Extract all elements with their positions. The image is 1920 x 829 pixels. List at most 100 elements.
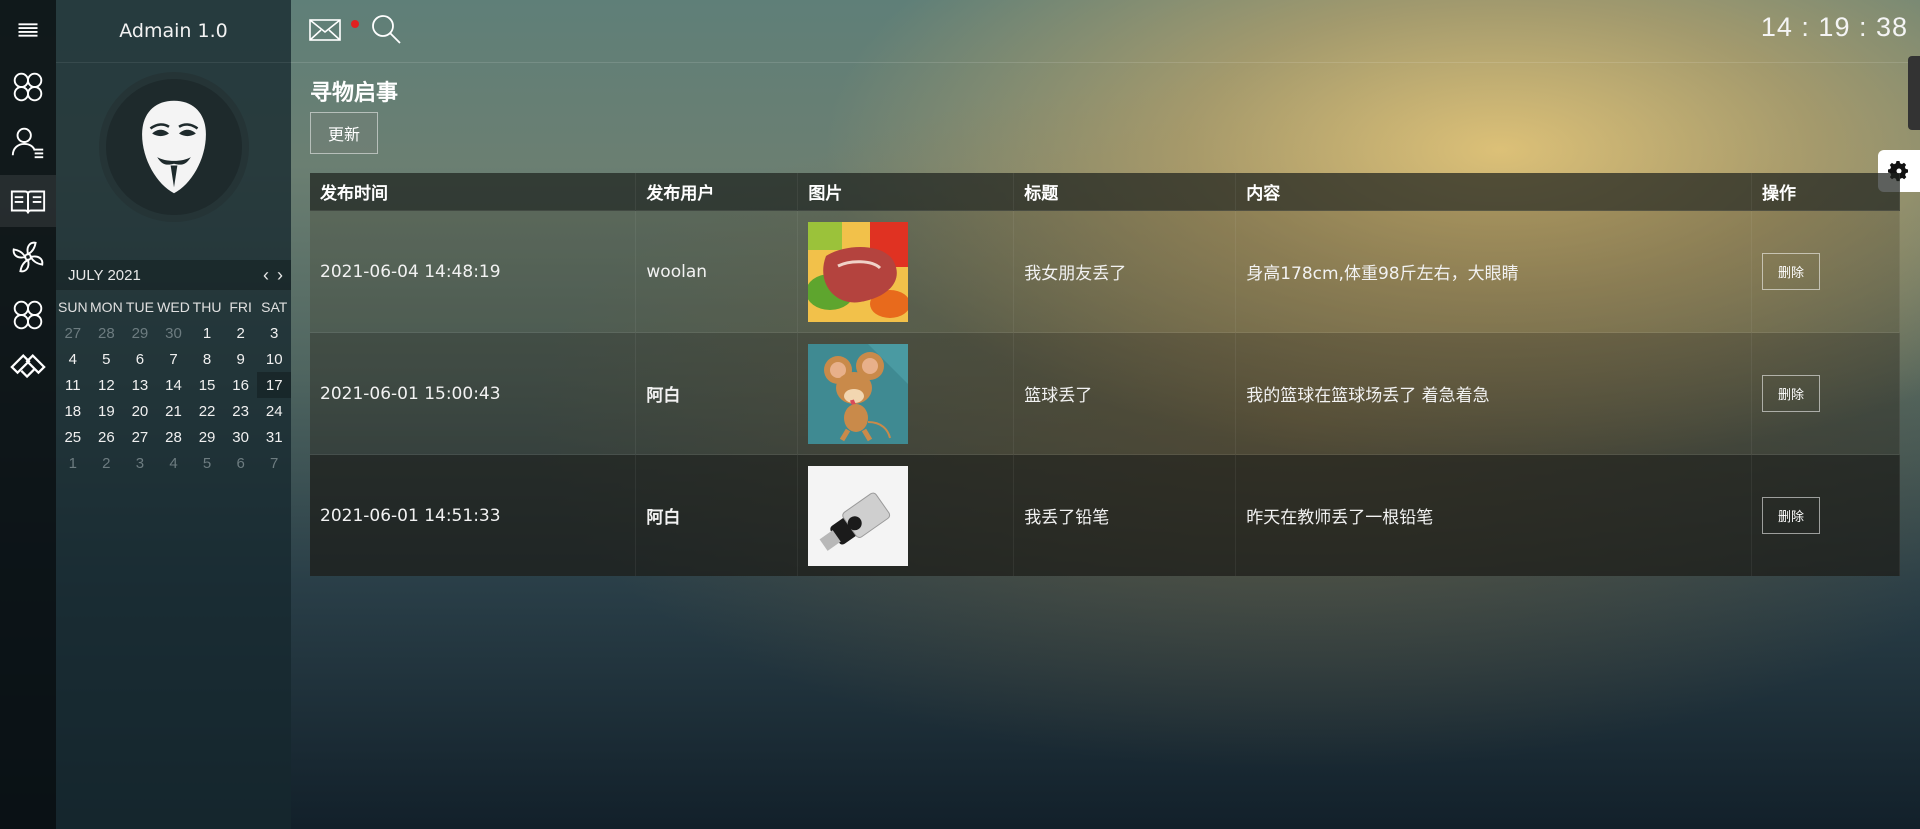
book-icon[interactable]: [0, 175, 56, 227]
cell-content: 身高178cm,体重98斤左右，大眼睛: [1235, 210, 1752, 333]
calendar-month-label: JULY 2021: [68, 266, 141, 284]
cell-time: 2021-06-04 14:48:19: [310, 210, 637, 333]
delete-button[interactable]: 删除: [1762, 375, 1820, 412]
calendar-day[interactable]: 8: [190, 346, 224, 372]
calendar-grid: SUN MON TUE WED THU FRI SAT 27 28 29 30 …: [56, 294, 291, 476]
calendar-day[interactable]: 4: [56, 346, 90, 372]
calendar-day[interactable]: 3: [123, 450, 157, 476]
calendar-day[interactable]: 11: [56, 372, 90, 398]
calendar-day[interactable]: 26: [90, 424, 124, 450]
calendar-weekday: SAT: [261, 299, 288, 315]
cell-title: 我女朋友丢了: [1013, 210, 1237, 333]
cell-user: woolan: [635, 210, 799, 333]
cell-user: 阿白: [635, 332, 799, 455]
volume-meter[interactable]: [1908, 56, 1920, 130]
calendar-day[interactable]: 18: [56, 398, 90, 424]
column-header-user[interactable]: 发布用户: [635, 173, 799, 211]
menu-icon[interactable]: [0, 5, 56, 55]
calendar-day[interactable]: 10: [257, 346, 291, 372]
calendar-day[interactable]: 1: [56, 450, 90, 476]
handshake-icon[interactable]: [0, 342, 56, 392]
calendar-day[interactable]: 12: [90, 372, 124, 398]
calendar-day[interactable]: 19: [90, 398, 124, 424]
table-header-row: 发布时间 发布用户 图片 标题 内容 操作: [310, 173, 1900, 211]
calendar-day[interactable]: 20: [123, 398, 157, 424]
calendar-day[interactable]: 25: [56, 424, 90, 450]
table-row: 2021-06-04 14:48:19 woolan 我女朋友丢了 身高178c…: [310, 210, 1900, 333]
delete-button[interactable]: 删除: [1762, 497, 1820, 534]
calendar-day[interactable]: 13: [123, 372, 157, 398]
calendar-weekday: MON: [90, 299, 123, 315]
sidebar: Admain 1.0 JULY 2021 ‹ › SUN MON TUE WED…: [56, 0, 291, 829]
cell-actions: 删除: [1751, 332, 1900, 455]
calendar-day[interactable]: 14: [157, 372, 191, 398]
table-row: 2021-06-01 15:00:43 阿白 篮球丢了 我的篮球在篮球场丢了 着…: [310, 332, 1900, 455]
column-header-time[interactable]: 发布时间: [310, 173, 637, 211]
calendar-day[interactable]: 3: [257, 320, 291, 346]
calendar-day[interactable]: 9: [224, 346, 258, 372]
steak-vegetables-photo[interactable]: [808, 221, 909, 322]
calendar-day[interactable]: 7: [257, 450, 291, 476]
delete-button[interactable]: 删除: [1762, 253, 1820, 290]
table-row: 2021-06-01 14:51:33 阿白 我丢了铅笔 昨天在教师丢了一根铅笔…: [310, 454, 1900, 576]
calendar-day[interactable]: 31: [257, 424, 291, 450]
cell-actions: 删除: [1751, 210, 1900, 333]
cell-title: 篮球丢了: [1013, 332, 1237, 455]
calendar-day[interactable]: 30: [157, 320, 191, 346]
avatar: [99, 72, 249, 222]
calendar-day[interactable]: 15: [190, 372, 224, 398]
column-header-title[interactable]: 标题: [1013, 173, 1237, 211]
user-list-icon[interactable]: [0, 117, 56, 167]
lost-items-table: 发布时间 发布用户 图片 标题 内容 操作 2021-06-04 14:48:1…: [310, 173, 1900, 576]
calendar-day[interactable]: 6: [224, 450, 258, 476]
fan-icon[interactable]: [0, 232, 56, 282]
grid-icon[interactable]: [0, 290, 56, 340]
cell-content: 我的篮球在篮球场丢了 着急着急: [1235, 332, 1752, 455]
chevron-left-icon[interactable]: ‹: [263, 265, 269, 286]
calendar-day[interactable]: 27: [123, 424, 157, 450]
calendar-day[interactable]: 23: [224, 398, 258, 424]
clock: 14 : 19 : 38: [1760, 12, 1908, 42]
column-header-image[interactable]: 图片: [797, 173, 1015, 211]
chevron-right-icon[interactable]: ›: [277, 265, 283, 286]
calendar-day-today[interactable]: 17: [257, 372, 291, 398]
calendar-day[interactable]: 28: [157, 424, 191, 450]
search-icon[interactable]: [369, 12, 405, 48]
calendar-day[interactable]: 30: [224, 424, 258, 450]
calendar-day[interactable]: 7: [157, 346, 191, 372]
calendar-day[interactable]: 29: [123, 320, 157, 346]
calendar-day[interactable]: 2: [90, 450, 124, 476]
calendar-weekday: THU: [192, 299, 222, 315]
calendar-day[interactable]: 1: [190, 320, 224, 346]
calendar-day[interactable]: 2: [224, 320, 258, 346]
cell-image: [797, 332, 1015, 455]
calendar-day[interactable]: 29: [190, 424, 224, 450]
cell-actions: 删除: [1751, 454, 1900, 576]
update-button[interactable]: 更新: [310, 112, 378, 154]
column-header-content[interactable]: 内容: [1235, 173, 1752, 211]
calendar-day[interactable]: 4: [157, 450, 191, 476]
notification-dot: [351, 20, 359, 28]
grid-icon[interactable]: [0, 62, 56, 112]
calendar-day[interactable]: 5: [190, 450, 224, 476]
calendar-day[interactable]: 21: [157, 398, 191, 424]
cell-time: 2021-06-01 15:00:43: [310, 332, 637, 455]
usb-drive-photo[interactable]: [808, 465, 909, 566]
cell-image: [797, 210, 1015, 333]
calendar-day[interactable]: 16: [224, 372, 258, 398]
cell-time: 2021-06-01 14:51:33: [310, 454, 637, 576]
calendar-header: JULY 2021 ‹ ›: [56, 260, 291, 290]
cell-title: 我丢了铅笔: [1013, 454, 1237, 576]
calendar-weekday: SUN: [58, 299, 88, 315]
calendar-day[interactable]: 27: [56, 320, 90, 346]
calendar-weekday: TUE: [125, 299, 154, 315]
calendar-day[interactable]: 22: [190, 398, 224, 424]
calendar-day[interactable]: 6: [123, 346, 157, 372]
calendar-day[interactable]: 5: [90, 346, 124, 372]
calendar-day[interactable]: 28: [90, 320, 124, 346]
calendar-day[interactable]: 24: [257, 398, 291, 424]
cell-user: 阿白: [635, 454, 799, 576]
mail-icon[interactable]: [307, 12, 359, 48]
column-header-actions: 操作: [1751, 173, 1900, 211]
cartoon-mouse-image[interactable]: [808, 343, 909, 444]
